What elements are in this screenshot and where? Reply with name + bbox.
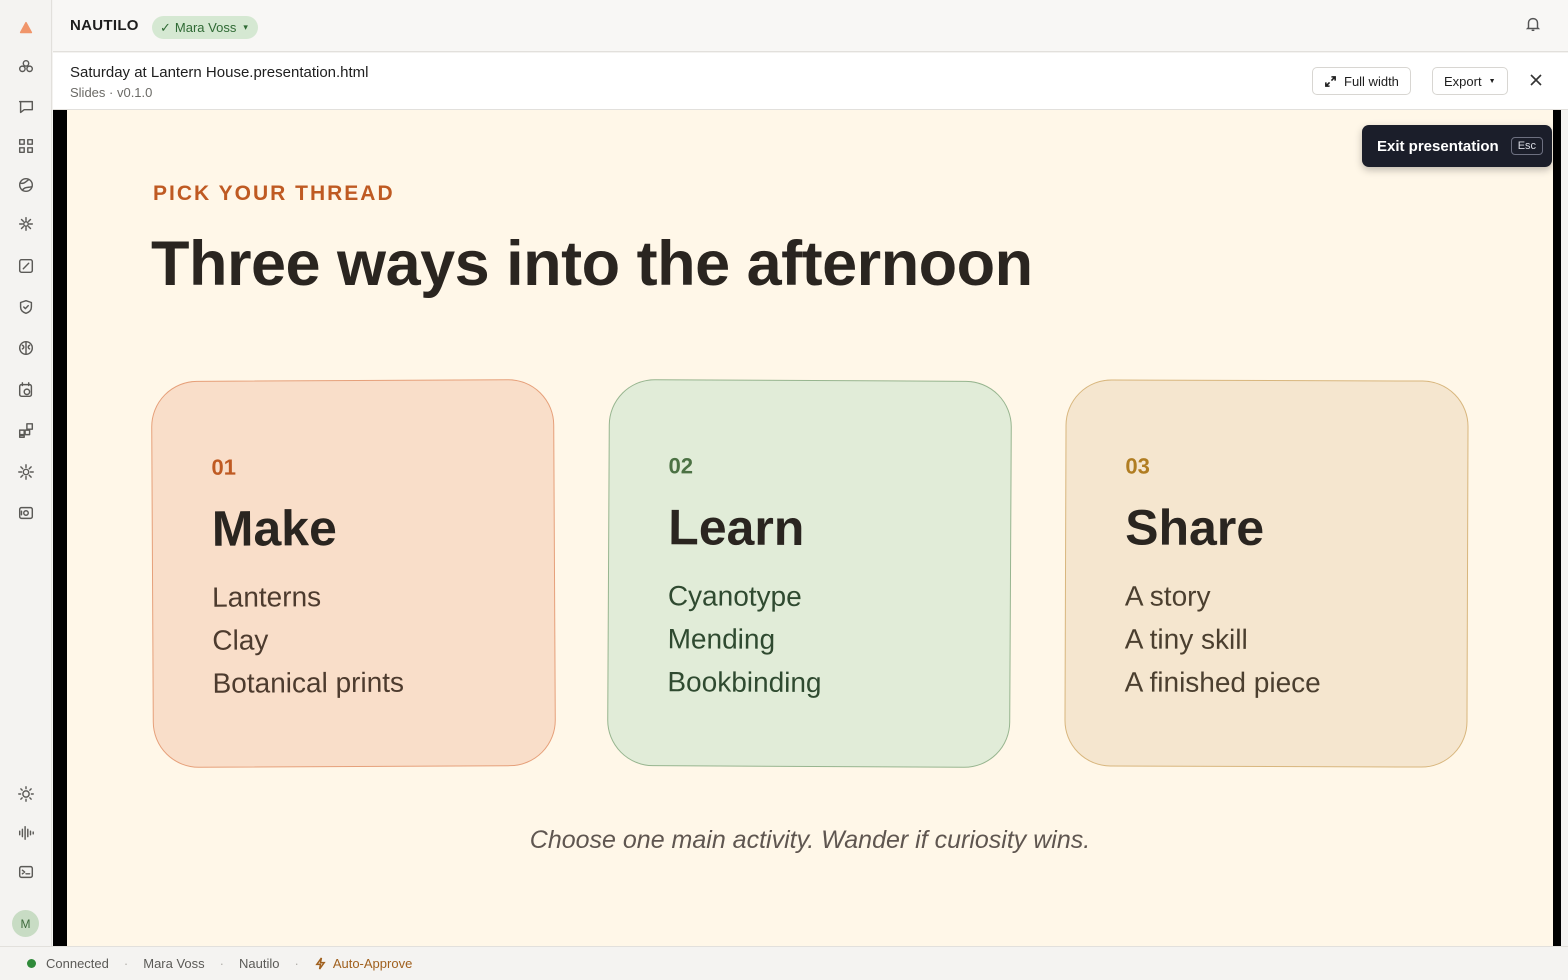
spark-icon[interactable] (15, 213, 37, 235)
card-items: Cyanotype Mending Bookbinding (667, 574, 822, 704)
vault-icon[interactable] (15, 502, 37, 524)
list-item: Mending (667, 623, 776, 655)
list-item: A tiny skill (1124, 623, 1248, 655)
terminal-icon[interactable] (15, 861, 37, 883)
separator: · (123, 956, 129, 971)
card-items: Lanterns Clay Botanical prints (212, 575, 404, 705)
presentation-stage: PICK YOUR THREAD Three ways into the aft… (53, 110, 1561, 946)
shield-icon[interactable] (15, 296, 37, 318)
list-item: A story (1124, 580, 1211, 612)
user-switcher[interactable]: ✓ Mara Voss ▾ (152, 16, 258, 39)
esc-key-hint: Esc (1510, 137, 1544, 155)
auto-approve-label: Auto-Approve (332, 956, 413, 971)
top-bar: NAUTILO ✓ Mara Voss ▾ (53, 0, 1568, 52)
file-title: Saturday at Lantern House.presentation.h… (70, 64, 369, 81)
chevron-down-icon: ▾ (243, 22, 248, 32)
list-item: A finished piece (1124, 666, 1321, 699)
status-workspace: Nautilo (239, 956, 280, 971)
card-share: 03 Share A story A tiny skill A finished… (1064, 379, 1469, 768)
widgets-icon[interactable] (15, 420, 37, 442)
slide-footnote: Choose one main activity. Wander if curi… (529, 826, 1091, 854)
file-subtitle: Slides · v0.1.0 (70, 85, 153, 100)
bell-icon[interactable] (1524, 15, 1546, 37)
connected-indicator-icon (27, 959, 36, 968)
lightning-icon (315, 957, 326, 970)
brain-icon[interactable] (15, 337, 37, 359)
calendar-clock-icon[interactable] (15, 379, 37, 401)
globe-icon[interactable] (15, 174, 37, 196)
exit-presentation-label: Exit presentation (1377, 137, 1499, 155)
card-title: Make (211, 500, 337, 557)
slide-headline: Three ways into the afternoon (151, 229, 1033, 299)
check-icon: ✓ (160, 19, 171, 35)
exit-presentation-button[interactable]: Exit presentation Esc (1362, 125, 1552, 167)
sidebar: M (0, 0, 52, 946)
waveform-icon[interactable] (15, 822, 37, 844)
card-title: Learn (668, 499, 805, 556)
card-number: 03 (1125, 453, 1150, 479)
expand-icon (1325, 75, 1336, 87)
export-button[interactable]: Export ▼ (1432, 67, 1508, 95)
list-item: Cyanotype (667, 580, 802, 612)
close-icon[interactable] (1528, 72, 1546, 90)
auto-approve-toggle[interactable]: Auto-Approve (314, 956, 413, 971)
export-label: Export (1444, 73, 1482, 89)
card-title: Share (1125, 499, 1265, 556)
caret-down-icon: ▼ (1488, 77, 1496, 85)
slide: PICK YOUR THREAD Three ways into the aft… (67, 110, 1553, 946)
card-make: 01 Make Lanterns Clay Botanical prints (150, 378, 557, 769)
card-number: 01 (211, 454, 236, 480)
user-name: Mara Voss (174, 20, 237, 35)
clusters-icon[interactable] (15, 56, 37, 78)
status-user: Mara Voss (143, 956, 205, 971)
list-item: Clay (212, 624, 269, 656)
separator: · (219, 956, 224, 971)
file-header: Saturday at Lantern House.presentation.h… (53, 53, 1568, 110)
list-item: Lanterns (212, 581, 322, 613)
sun-icon[interactable] (15, 783, 37, 805)
chat-icon[interactable] (15, 96, 37, 118)
brand-title: NAUTILO (70, 17, 139, 34)
status-bar: Connected · Mara Voss · Nautilo · Auto-A… (0, 946, 1568, 980)
card-number: 02 (668, 453, 694, 479)
connection-status: Connected (46, 956, 109, 971)
list-item: Bookbinding (667, 666, 822, 699)
card-learn: 02 Learn Cyanotype Mending Bookbinding (606, 378, 1013, 769)
separator: · (294, 956, 299, 971)
slide-kicker: PICK YOUR THREAD (153, 182, 395, 205)
card-items: A story A tiny skill A finished piece (1125, 575, 1322, 705)
gear-icon[interactable] (15, 461, 37, 483)
full-width-label: Full width (1344, 73, 1399, 89)
avatar[interactable]: M (12, 910, 39, 937)
logo-icon[interactable] (15, 17, 37, 39)
full-width-button[interactable]: Full width (1312, 67, 1411, 95)
grid-icon[interactable] (15, 135, 37, 157)
edit-box-icon[interactable] (15, 255, 37, 277)
list-item: Botanical prints (212, 666, 405, 699)
